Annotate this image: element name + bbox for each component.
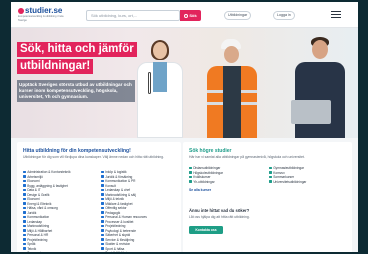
logo-tagline: kompetensutveckling & utbildning i hela … <box>18 15 64 22</box>
site-header: studier.se kompetensutveckling & utbildn… <box>11 2 358 28</box>
search-button-label: Sök <box>189 13 197 18</box>
higher-studies-title: Sök högre studier <box>189 148 232 154</box>
list-item[interactable]: Personal & Human resources <box>101 215 147 220</box>
hero-title-line2: utbildningar! <box>17 59 94 74</box>
list-item[interactable]: Gymnasieutbildningar <box>269 166 306 171</box>
hero-title: Sök, hitta och jämför utbildningar! <box>17 42 137 74</box>
education-menu-button[interactable]: Utbildningar <box>224 11 252 20</box>
hero-banner: Sök, hitta och jämför utbildningar! Uppt… <box>11 28 358 138</box>
help-description: Låt oss hjälpa dig att hitta rätt utbild… <box>189 215 250 219</box>
subject-list-left: Administration & Kontorsteknik Arbetsmilj… <box>23 170 71 252</box>
hero-photo-worker <box>201 28 271 138</box>
list-item[interactable]: Yh-utbildningar <box>189 180 223 185</box>
list-item[interactable]: Teori & Utbildning <box>101 251 147 252</box>
competence-description: Utbildningar för dig som vill fördjupa d… <box>23 155 164 159</box>
hero-title-line1: Sök, hitta och jämför <box>17 42 137 57</box>
menu-icon[interactable] <box>331 11 341 19</box>
browser-page: studier.se kompetensutveckling & utbildn… <box>11 2 358 252</box>
list-item[interactable]: Transport <box>23 251 71 252</box>
higher-studies-card: Sök högre studier Här har vi samlat alla… <box>183 142 352 252</box>
search-icon <box>184 13 189 18</box>
competence-title: Hitta utbildning för din kompetensutveck… <box>23 148 131 154</box>
logo-mark-icon <box>18 8 24 14</box>
login-button[interactable]: Logga in <box>273 11 295 20</box>
subject-list-right: Inköp & logistik Juridik & försäkring Komm… <box>101 170 147 252</box>
study-type-list-right: Gymnasieutbildningar Komvux Sommarkurser Un… <box>269 166 306 184</box>
search-input[interactable]: Sök utbildning, kurs, ort,... <box>86 10 180 21</box>
logo-name: studier.se <box>25 6 63 15</box>
site-logo[interactable]: studier.se kompetensutveckling & utbildn… <box>18 6 68 23</box>
contact-button[interactable]: Kontakta oss <box>189 226 223 234</box>
list-item[interactable]: Universitetsutbildningar <box>269 180 306 185</box>
search-button[interactable]: Sök <box>180 10 201 21</box>
study-type-list-left: Distansutbildningar Högskoleutbildningar K… <box>189 166 223 184</box>
help-question: Ännu inte hittat vad du söker? <box>189 208 250 213</box>
hero-photo-doctor <box>129 28 199 138</box>
hero-photo-student <box>281 28 358 138</box>
competence-card: Hitta utbildning för din kompetensutveck… <box>17 142 181 252</box>
see-all-courses-link[interactable]: Se alla kurser <box>189 188 211 192</box>
list-item[interactable]: Distansutbildningar <box>189 166 223 171</box>
hero-subtitle: Upptäck Sveriges största utbud av utbild… <box>17 80 135 102</box>
higher-studies-description: Här har vi samlat alla utbildningar på g… <box>189 155 305 159</box>
list-item[interactable]: Administration & Kontorsteknik <box>23 170 70 175</box>
